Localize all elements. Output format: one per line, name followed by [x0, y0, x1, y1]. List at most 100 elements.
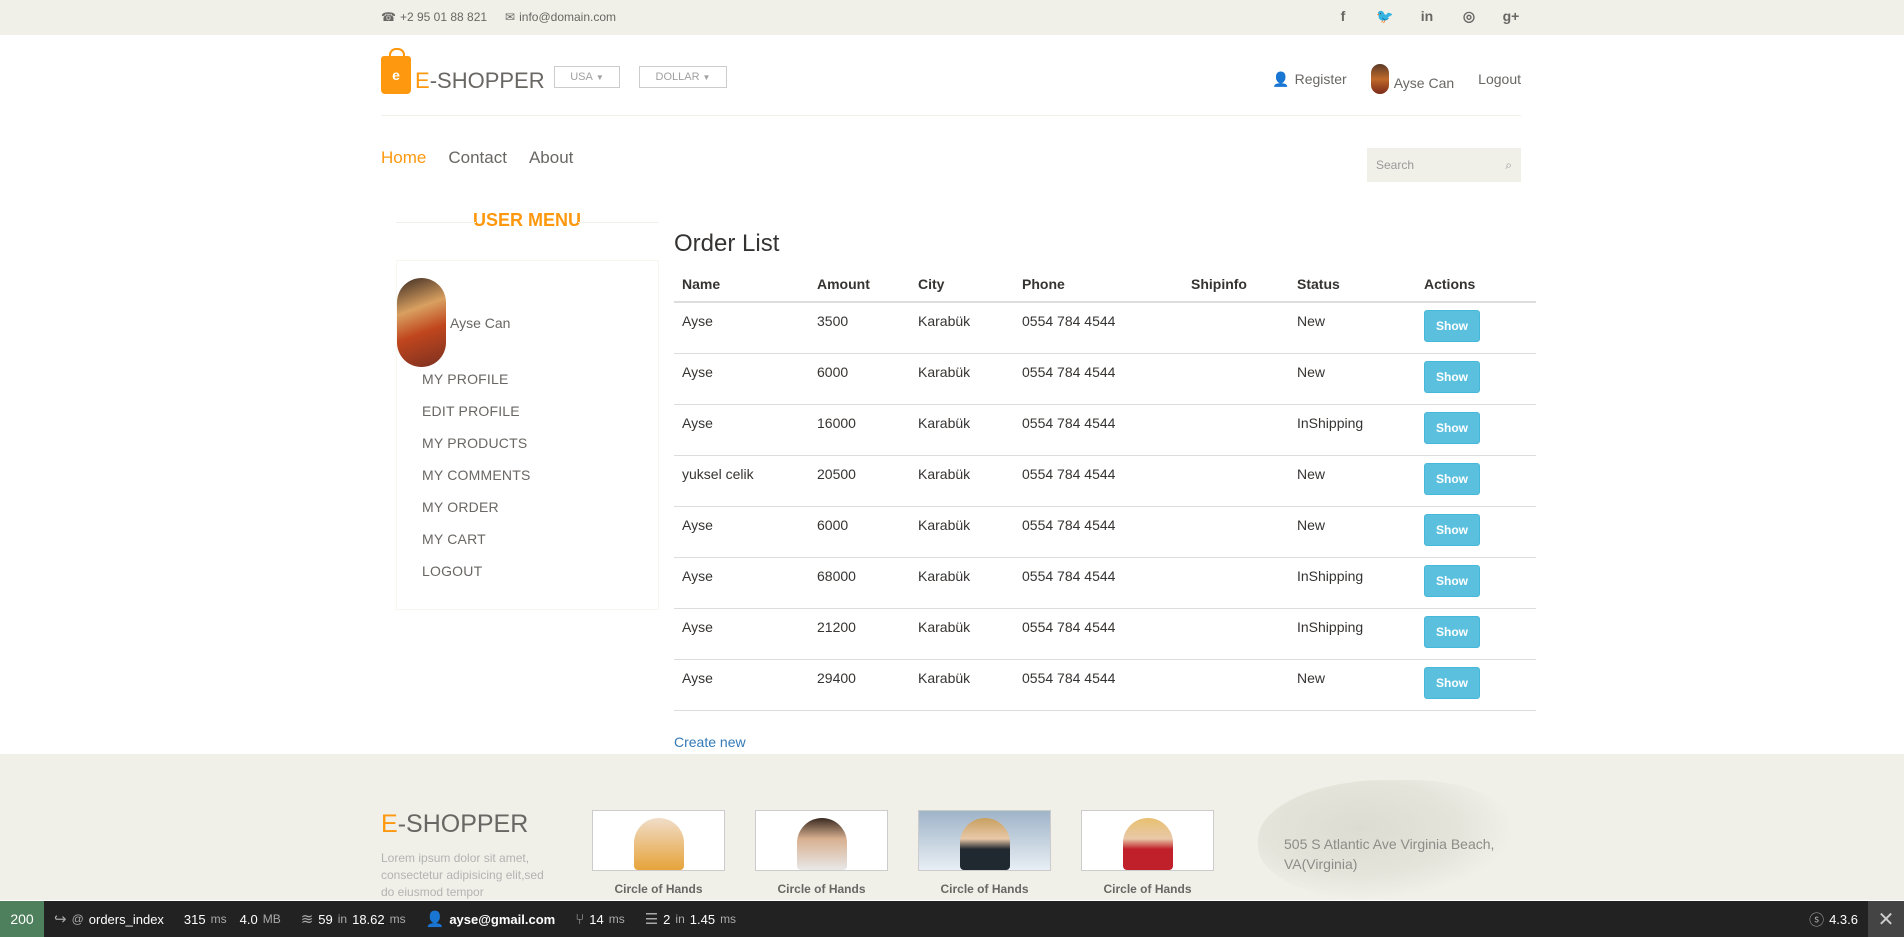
user-menu-title: USER MENU	[396, 210, 658, 231]
performance-panel[interactable]: 315 ms 4.0 MB	[174, 901, 291, 937]
linkedin-icon[interactable]: in	[1406, 8, 1448, 25]
route-panel[interactable]: ↪ @ orders_index	[44, 901, 174, 937]
column-header-actions: Actions	[1416, 266, 1536, 303]
cell-actions: Show	[1416, 506, 1536, 558]
cell-actions: Show	[1416, 557, 1536, 609]
email-link[interactable]: ✉ info@domain.com	[505, 10, 616, 24]
footer-address: 505 S Atlantic Ave Virginia Beach, VA(Vi…	[1284, 836, 1495, 872]
site-logo[interactable]: e E-SHOPPER	[381, 48, 545, 94]
table-row: Ayse 29400 Karabük 0554 784 4544 New Show	[674, 659, 1536, 711]
social-links: f 🐦 in ◎ g+	[1322, 8, 1532, 25]
cell-name: Ayse	[674, 353, 809, 405]
show-order-button[interactable]: Show	[1424, 564, 1480, 597]
user-profile-link[interactable]: Ayse Can	[1370, 64, 1454, 94]
search-placeholder: Search	[1376, 158, 1415, 172]
cell-phone: 0554 784 4544	[1014, 659, 1183, 711]
facebook-icon[interactable]: f	[1322, 8, 1364, 25]
thumbnail-image	[1081, 810, 1214, 871]
symfony-version: 4.3.6	[1829, 911, 1858, 927]
cell-status: New	[1289, 353, 1416, 405]
cell-shipinfo	[1183, 455, 1289, 507]
show-order-button[interactable]: Show	[1424, 360, 1480, 393]
close-icon[interactable]: ✕	[1868, 901, 1904, 937]
user-menu-edit-profile[interactable]: EDIT PROFILE	[422, 403, 531, 435]
user-menu-panel: Ayse Can MY PROFILE EDIT PROFILE MY PROD…	[396, 260, 659, 610]
cell-shipinfo	[1183, 353, 1289, 405]
currency-dropdown[interactable]: DOLLAR ▼	[639, 66, 727, 88]
logo-text: E-SHOPPER	[415, 68, 545, 94]
column-header-name: Name	[674, 266, 809, 303]
show-order-button[interactable]: Show	[1424, 513, 1480, 546]
cell-shipinfo	[1183, 302, 1289, 354]
footer: E-SHOPPER Lorem ipsum dolor sit amet, co…	[0, 754, 1904, 900]
nav-about[interactable]: About	[529, 148, 573, 168]
cell-amount: 29400	[809, 659, 910, 711]
video-thumbnail[interactable]: Circle of Hands	[755, 810, 888, 896]
twig-count: 59	[318, 911, 333, 927]
cell-shipinfo	[1183, 506, 1289, 558]
search-icon[interactable]: ⌕	[1505, 158, 1512, 173]
twig-time: 18.62	[352, 911, 385, 927]
video-thumbnail[interactable]: Circle of Hands	[1081, 810, 1214, 896]
register-link[interactable]: 👤 Register	[1272, 71, 1347, 88]
symfony-version-panel[interactable]: ⓢ 4.3.6	[1799, 901, 1868, 937]
cell-name: Ayse	[674, 659, 809, 711]
nav-contact[interactable]: Contact	[448, 148, 507, 168]
user-profile-summary: Ayse Can	[397, 278, 510, 367]
layers-icon: ≋	[300, 911, 314, 928]
logout-link[interactable]: Logout	[1478, 71, 1521, 87]
show-order-button[interactable]: Show	[1424, 615, 1480, 648]
cell-status: New	[1289, 455, 1416, 507]
cell-phone: 0554 784 4544	[1014, 506, 1183, 558]
events-panel[interactable]: ⑂ 14 ms	[565, 901, 634, 937]
phone-link[interactable]: ☎ +2 95 01 88 821	[381, 10, 487, 24]
table-row: Ayse 6000 Karabük 0554 784 4544 New Show	[674, 506, 1536, 558]
table-row: Ayse 6000 Karabük 0554 784 4544 New Show	[674, 353, 1536, 405]
contact-info: ☎ +2 95 01 88 821 ✉ info@domain.com	[381, 10, 616, 24]
cell-actions: Show	[1416, 353, 1536, 405]
twitter-icon[interactable]: 🐦	[1364, 8, 1406, 25]
thumbnail-image	[755, 810, 888, 871]
security-panel[interactable]: 👤 ayse@gmail.com	[416, 901, 566, 937]
user-menu-my-comments[interactable]: MY COMMENTS	[422, 467, 531, 499]
show-order-button[interactable]: Show	[1424, 310, 1480, 342]
country-dropdown[interactable]: USA ▼	[554, 66, 620, 88]
user-menu-my-products[interactable]: MY PRODUCTS	[422, 435, 531, 467]
cell-shipinfo	[1183, 659, 1289, 711]
footer-logo: E-SHOPPER	[381, 810, 528, 839]
event-unit: ms	[608, 912, 625, 926]
twig-unit: ms	[389, 912, 406, 926]
user-menu-my-profile[interactable]: MY PROFILE	[422, 371, 531, 403]
dribbble-icon[interactable]: ◎	[1448, 8, 1490, 25]
person-image	[796, 818, 847, 870]
show-order-button[interactable]: Show	[1424, 666, 1480, 699]
memory-value: 4.0	[239, 911, 258, 927]
cell-shipinfo	[1183, 404, 1289, 456]
nav-home[interactable]: Home	[381, 148, 426, 168]
show-order-button[interactable]: Show	[1424, 411, 1480, 444]
tree-icon: ⑂	[575, 910, 585, 928]
cell-actions: Show	[1416, 404, 1536, 456]
cell-status: InShipping	[1289, 557, 1416, 609]
page-title: Order List	[674, 230, 780, 257]
video-thumbnail[interactable]: Circle of Hands	[592, 810, 725, 896]
cell-actions: Show	[1416, 659, 1536, 711]
create-new-link[interactable]: Create new	[674, 734, 746, 750]
search-input[interactable]: Search ⌕	[1367, 148, 1521, 182]
cell-city: Karabük	[910, 557, 1014, 609]
user-menu-my-cart[interactable]: MY CART	[422, 531, 531, 563]
db-time: 1.45	[689, 911, 716, 927]
cell-actions: Show	[1416, 455, 1536, 507]
video-thumbnail[interactable]: Circle of Hands	[918, 810, 1051, 896]
thumbnail-caption: Circle of Hands	[777, 882, 866, 896]
twig-panel[interactable]: ≋ 59 in 18.62 ms	[291, 901, 416, 937]
user-menu-my-order[interactable]: MY ORDER	[422, 499, 531, 531]
cell-amount: 16000	[809, 404, 910, 456]
user-menu-logout[interactable]: LOGOUT	[422, 563, 531, 595]
database-panel[interactable]: ☰ 2 in 1.45 ms	[635, 901, 746, 937]
event-time: 14	[589, 911, 604, 927]
google-plus-icon[interactable]: g+	[1490, 8, 1532, 25]
cell-shipinfo	[1183, 557, 1289, 609]
show-order-button[interactable]: Show	[1424, 462, 1480, 495]
status-code-badge[interactable]: 200	[0, 901, 44, 937]
